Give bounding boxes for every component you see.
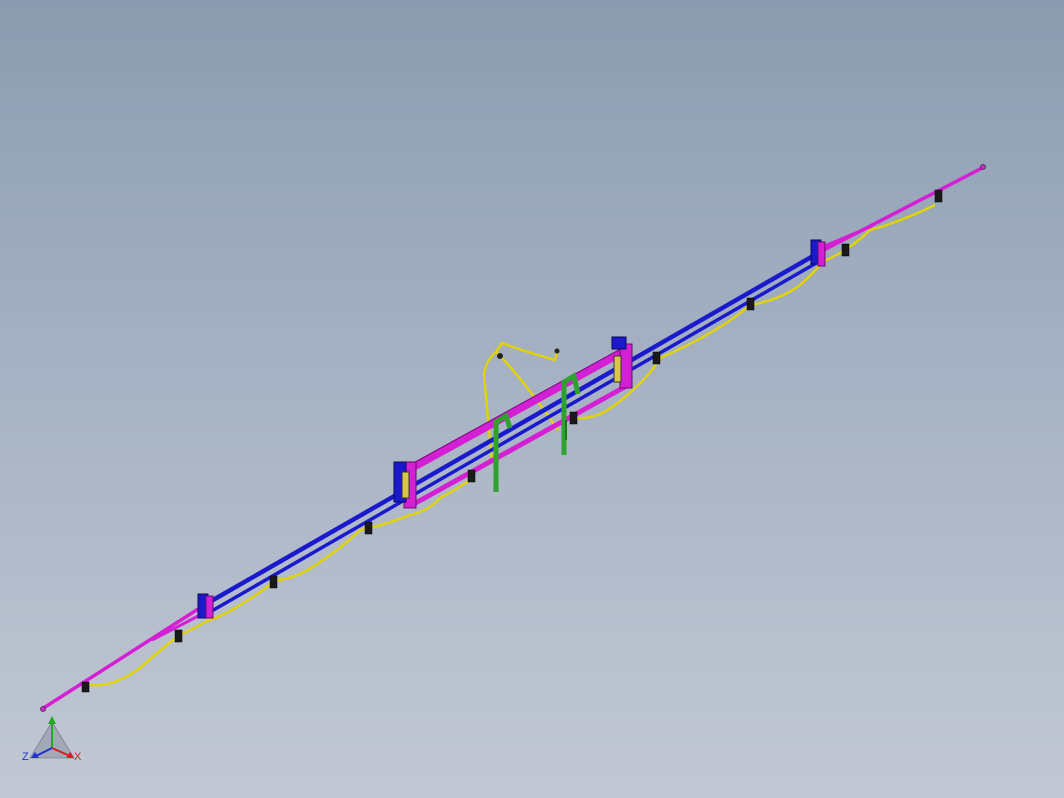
nozzle <box>934 189 943 203</box>
hose-fitting <box>554 348 560 354</box>
sprayer-boom-model[interactable] <box>0 0 1064 798</box>
nozzle <box>841 243 850 257</box>
nozzle <box>652 351 661 365</box>
right-boom-tip <box>980 164 986 170</box>
x-axis-label: X <box>74 751 82 763</box>
upper-boom-beam <box>204 250 822 606</box>
nozzle <box>746 297 755 311</box>
left-outer-arm <box>41 602 207 711</box>
lower-boom-beam <box>209 260 819 614</box>
left-hinge-plate <box>205 595 214 619</box>
hose-fitting <box>497 353 503 359</box>
left-damper <box>401 471 410 499</box>
nozzle <box>81 681 90 693</box>
right-damper <box>613 355 622 383</box>
nozzle <box>269 575 278 589</box>
nozzle <box>569 411 578 425</box>
axis-triad[interactable]: Z X <box>16 712 88 772</box>
right-hinge-plate <box>817 241 826 267</box>
cad-viewport[interactable]: Z X <box>0 0 1064 798</box>
nozzle <box>467 469 476 483</box>
y-axis-arrow-icon <box>48 716 56 724</box>
right-outer-arm <box>819 165 985 254</box>
center-frame-right-post <box>619 343 633 389</box>
center-frame-bottom <box>410 381 632 508</box>
z-axis-label: Z <box>22 751 29 763</box>
right-mount-block <box>611 336 627 350</box>
nozzle <box>364 521 373 535</box>
center-frame-top <box>406 346 628 474</box>
nozzle <box>174 629 183 643</box>
left-boom-tip <box>40 706 46 712</box>
